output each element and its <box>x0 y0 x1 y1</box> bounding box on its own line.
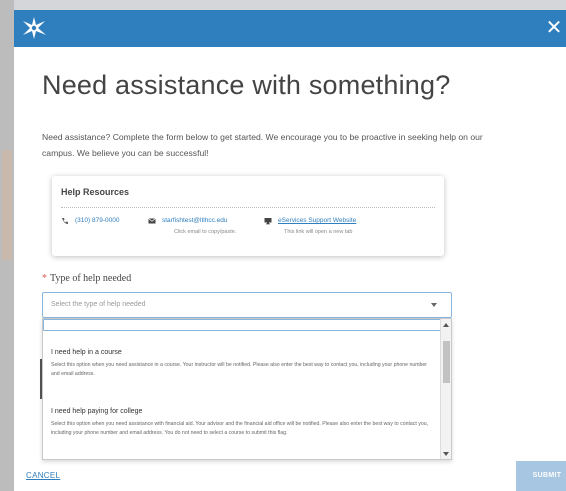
email-link[interactable]: starfishtest@ltlhcc.edu <box>162 217 228 224</box>
required-marker: * <box>42 273 47 284</box>
help-type-label-text: Type of help needed <box>50 273 132 284</box>
scrollbar-thumb[interactable] <box>443 341 450 383</box>
dropdown-search-input[interactable] <box>43 319 441 331</box>
scroll-down-icon[interactable] <box>443 452 449 456</box>
scroll-up-icon[interactable] <box>443 323 449 327</box>
option-description: Select this option when you need assista… <box>51 421 429 436</box>
dropdown-option[interactable]: I need help paying for college Select th… <box>51 408 435 438</box>
page-title: Need assistance with something? <box>42 70 451 100</box>
dropdown-option[interactable]: I need help in a course Select this opti… <box>51 349 435 379</box>
starburst-logo-icon <box>23 17 46 39</box>
background-strip <box>2 150 12 260</box>
select-placeholder: Select the type of help needed <box>51 301 146 308</box>
modal-header: ✕ <box>14 10 566 47</box>
intro-text: Need assistance? Complete the form below… <box>42 132 483 158</box>
help-resources-card: Help Resources (310) 879-0000 starfishte… <box>52 176 444 256</box>
dropdown-scrollbar[interactable] <box>440 319 451 459</box>
option-title: I need help in a course <box>51 349 122 356</box>
option-description: Select this option when you need assista… <box>51 362 428 377</box>
page-background-left <box>0 0 14 491</box>
help-resources-title: Help Resources <box>61 187 130 197</box>
website-note: This link will open a new tab <box>284 229 353 235</box>
chevron-down-icon <box>431 303 437 307</box>
monitor-icon <box>264 218 272 225</box>
help-type-dropdown: I need help in a course Select this opti… <box>42 318 452 460</box>
email-note: Click email to copy/paste. <box>174 229 237 235</box>
divider <box>61 207 435 208</box>
phone-number[interactable]: (310) 879-0000 <box>75 217 119 224</box>
email-icon <box>148 218 156 224</box>
help-type-select[interactable]: Select the type of help needed <box>42 292 452 318</box>
submit-button[interactable]: SUBMIT <box>516 461 566 491</box>
phone-icon <box>62 218 68 225</box>
help-type-label: * Type of help needed <box>42 273 131 284</box>
cancel-button[interactable]: CANCEL <box>26 471 60 480</box>
website-link[interactable]: eServices Support Website <box>278 217 356 224</box>
close-icon[interactable]: ✕ <box>544 17 564 39</box>
help-request-modal: ✕ Need assistance with something? Need a… <box>14 10 566 491</box>
option-title: I need help paying for college <box>51 408 143 415</box>
